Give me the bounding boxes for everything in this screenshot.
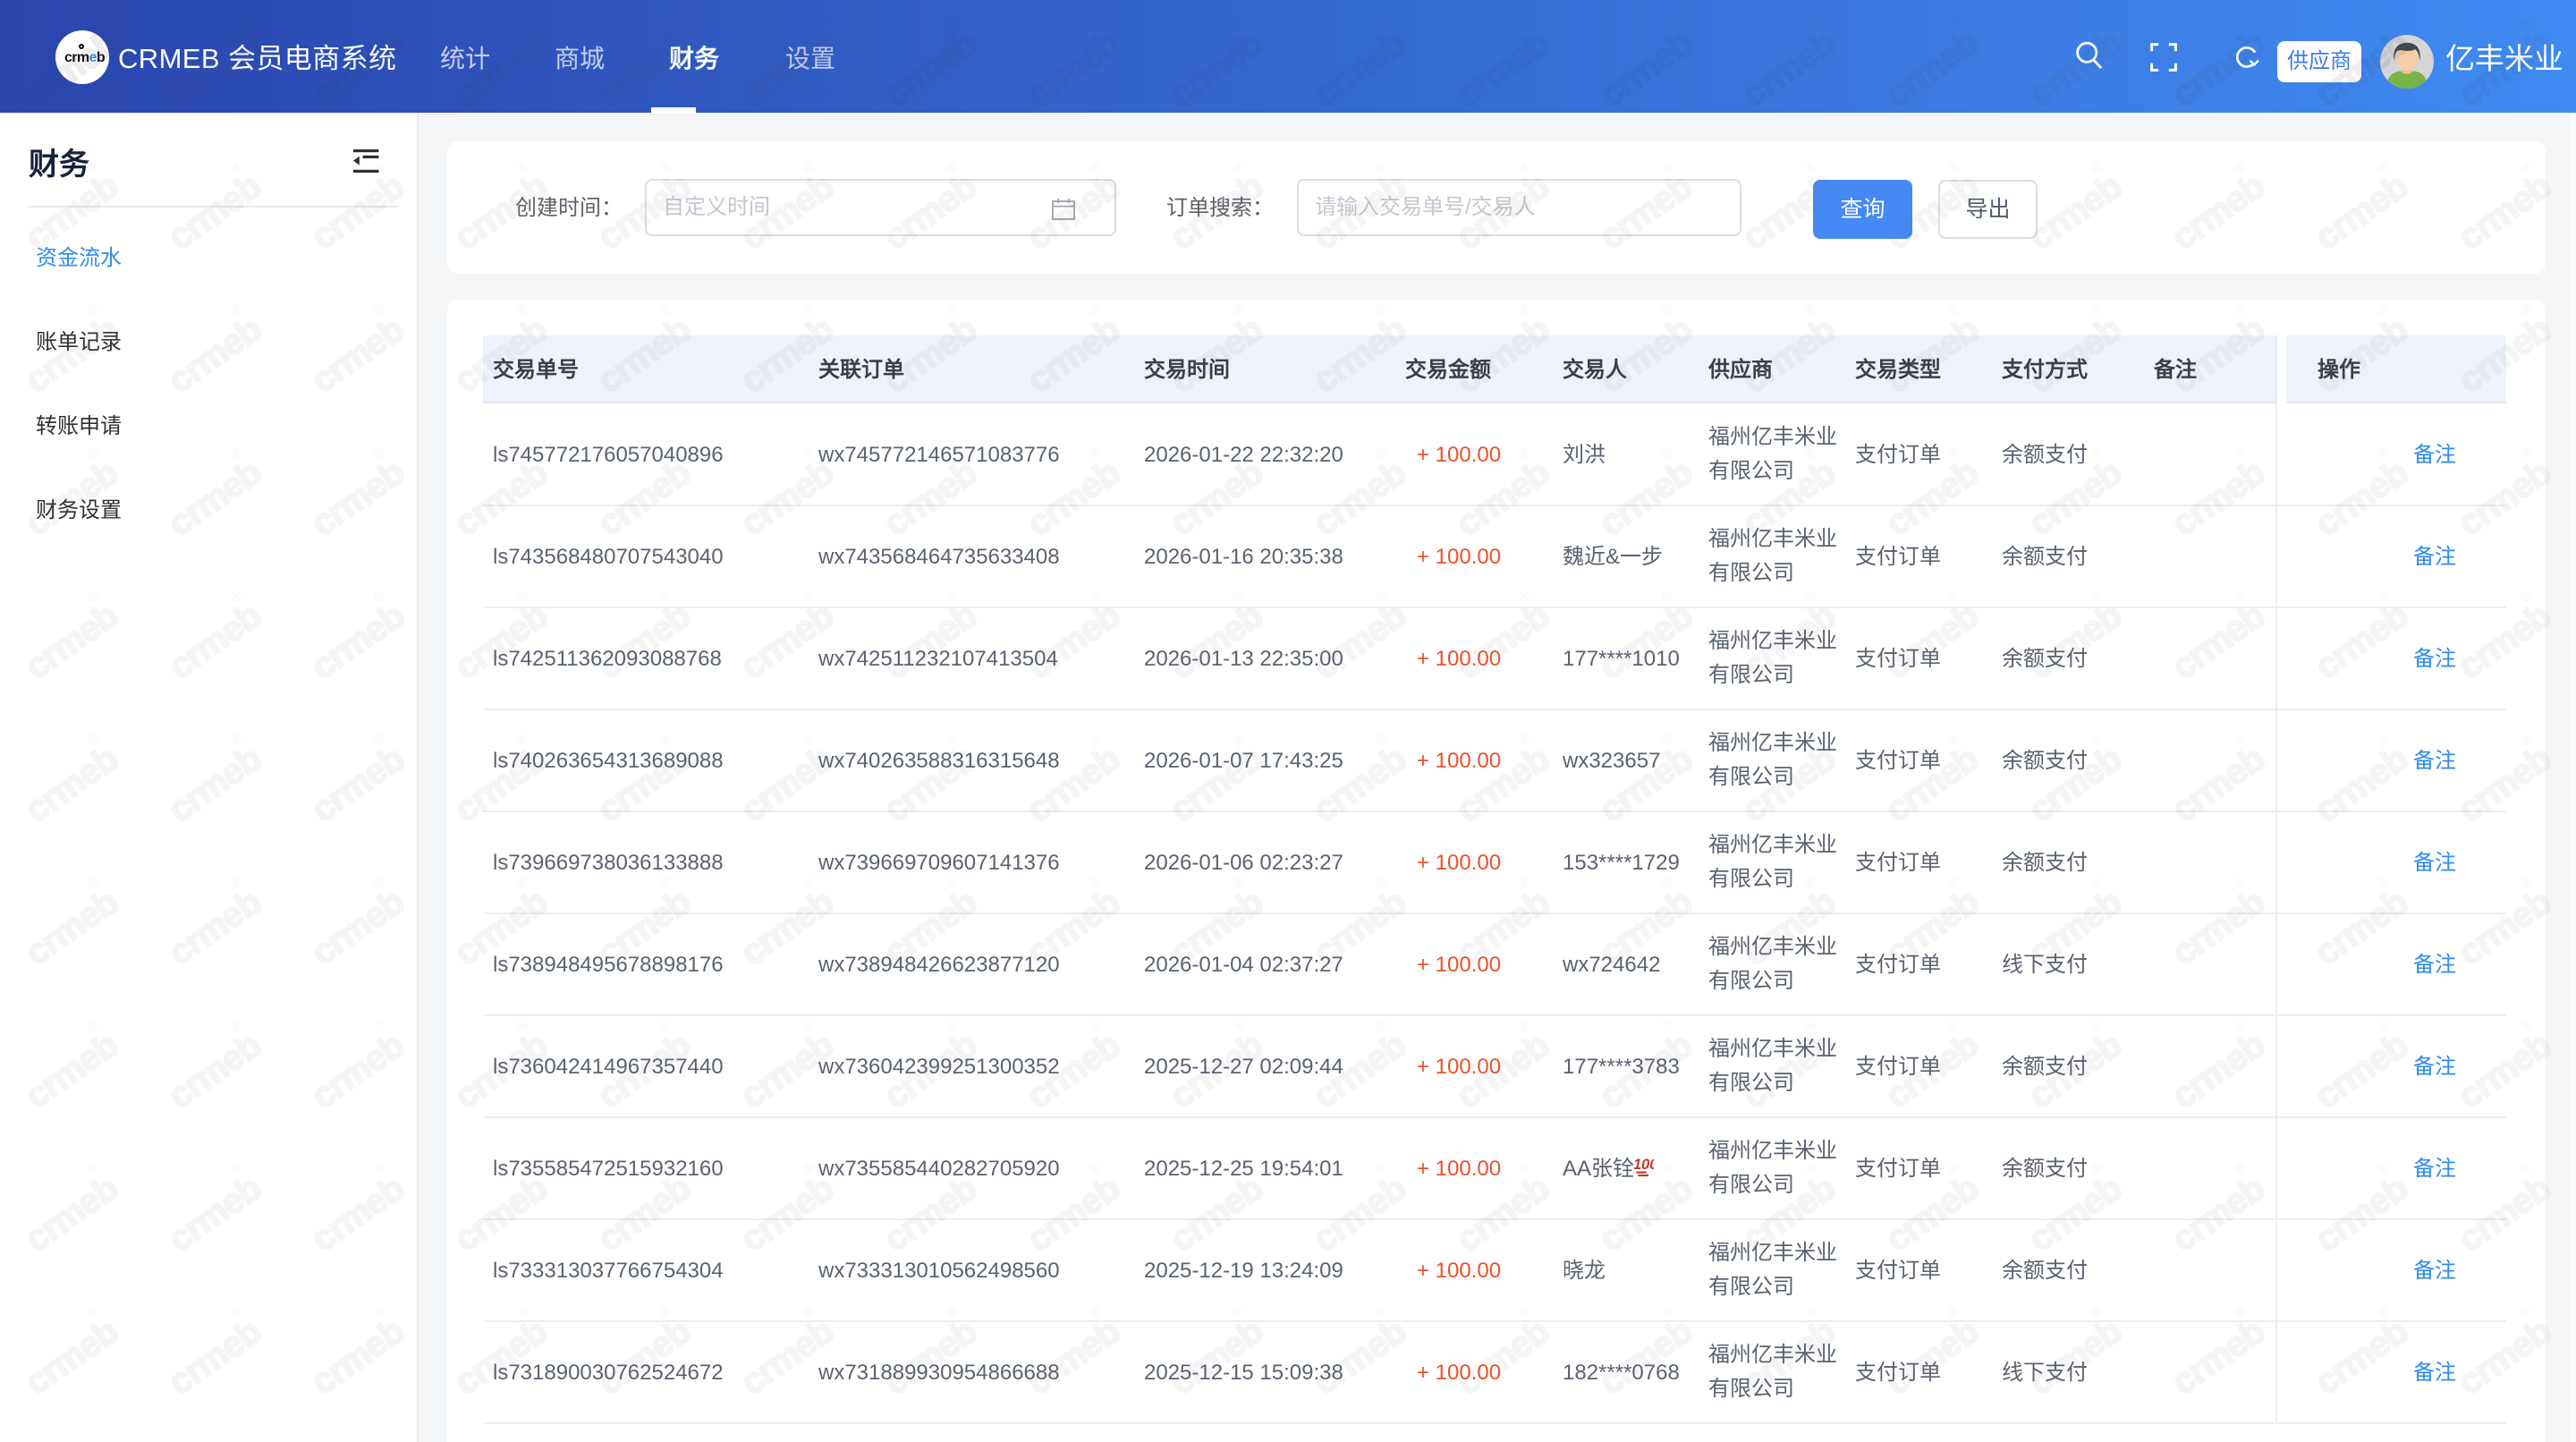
svg-text:100: 100 xyxy=(1634,1157,1654,1173)
